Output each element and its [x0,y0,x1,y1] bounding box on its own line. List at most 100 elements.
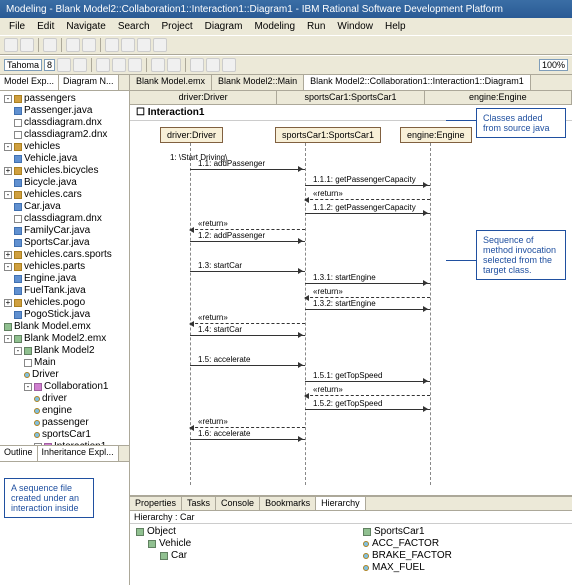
return-message[interactable] [305,199,430,200]
expand-icon[interactable]: - [4,263,12,271]
tree-item[interactable]: -passengers [2,93,127,105]
return-message[interactable] [305,297,430,298]
expand-icon[interactable]: - [4,191,12,199]
tree-item[interactable]: -vehicles.parts [2,261,127,273]
hierarchy-item[interactable]: Object [132,526,351,538]
editor-tab[interactable]: Blank Model2::Main [212,75,304,90]
tool-icon[interactable] [137,38,151,52]
tree-item[interactable]: -Blank Model2 [2,345,127,357]
expand-icon[interactable]: - [24,383,32,391]
call-message[interactable] [190,169,305,170]
call-message[interactable] [190,439,305,440]
menu-file[interactable]: File [4,20,30,33]
tree-item[interactable]: classdiagram2.dnx [2,129,127,141]
tree-item[interactable]: +vehicles.pogo [2,297,127,309]
tree-item[interactable]: Blank Model.emx [2,321,127,333]
tree-item[interactable]: engine [2,405,127,417]
lifeline-box[interactable]: sportsCar1:SportsCar1 [275,127,381,143]
hierarchy-member[interactable]: BRAKE_FACTOR [351,550,570,562]
call-message[interactable] [190,335,305,336]
expand-icon[interactable]: - [14,347,22,355]
call-message[interactable] [305,309,430,310]
bold-button[interactable] [57,58,71,72]
editor-tab[interactable]: Blank Model.emx [130,75,212,90]
run-button[interactable] [82,38,96,52]
print-button[interactable] [43,38,57,52]
call-message[interactable] [305,409,430,410]
menu-search[interactable]: Search [113,20,155,33]
lifeline-box[interactable]: driver:Driver [160,127,223,143]
expand-icon[interactable]: + [4,299,12,307]
tree-item[interactable]: Driver [2,369,127,381]
tree-item[interactable]: passenger [2,417,127,429]
expand-icon[interactable]: - [4,95,12,103]
tree-item[interactable]: -vehicles.cars [2,189,127,201]
call-message[interactable] [190,271,305,272]
call-message[interactable] [305,381,430,382]
tree-item[interactable]: Passenger.java [2,105,127,117]
outline-tab[interactable]: Outline [0,446,38,461]
font-name-combo[interactable]: Tahoma [4,59,42,71]
tree-item[interactable]: Vehicle.java [2,153,127,165]
fill-color-button[interactable] [112,58,126,72]
menu-navigate[interactable]: Navigate [61,20,110,33]
save-button[interactable] [20,38,34,52]
debug-button[interactable] [66,38,80,52]
bottom-tab-bookmarks[interactable]: Bookmarks [260,497,316,510]
tool-icon[interactable] [222,58,236,72]
menu-project[interactable]: Project [157,20,198,33]
expand-icon[interactable]: + [4,251,12,259]
hierarchy-item[interactable]: Vehicle [132,538,351,550]
font-color-button[interactable] [96,58,110,72]
expand-icon[interactable]: + [4,167,12,175]
return-message[interactable] [190,427,305,428]
call-message[interactable] [305,213,430,214]
tree-item[interactable]: Main [2,357,127,369]
tree-item[interactable]: SportsCar.java [2,237,127,249]
menu-edit[interactable]: Edit [32,20,59,33]
explorer-tab[interactable]: Diagram N... [59,75,119,90]
menu-window[interactable]: Window [332,20,378,33]
tool-icon[interactable] [153,38,167,52]
new-button[interactable] [4,38,18,52]
expand-icon[interactable]: - [4,335,12,343]
hierarchy-member[interactable]: MAX_FUEL [351,562,570,574]
tree-item[interactable]: driver [2,393,127,405]
hierarchy-member[interactable]: ACC_FACTOR [351,538,570,550]
zoom-combo[interactable]: 100% [539,59,568,71]
line-color-button[interactable] [128,58,142,72]
return-message[interactable] [190,323,305,324]
tool-icon[interactable] [105,38,119,52]
tool-icon[interactable] [206,58,220,72]
tree-item[interactable]: -Collaboration1 [2,381,127,393]
model-explorer-tree[interactable]: -passengersPassenger.javaclassdiagram.dn… [0,91,129,445]
hierarchy-member[interactable]: SportsCar1 [351,526,570,538]
return-message[interactable] [305,395,430,396]
sequence-diagram-canvas[interactable]: driver:DriversportsCar1:SportsCar1engine… [130,121,572,495]
call-message[interactable] [190,241,305,242]
call-message[interactable] [305,185,430,186]
explorer-tab[interactable]: Model Exp... [0,75,59,90]
menu-diagram[interactable]: Diagram [200,20,248,33]
expand-icon[interactable]: - [4,143,12,151]
bottom-tab-tasks[interactable]: Tasks [182,497,216,510]
hierarchy-view[interactable]: ObjectVehicleCar SportsCar1ACC_FACTORBRA… [130,524,572,585]
tree-item[interactable]: -vehicles [2,141,127,153]
tree-item[interactable]: FuelTank.java [2,285,127,297]
bottom-tab-hierarchy[interactable]: Hierarchy [316,497,366,510]
tree-item[interactable]: FamilyCar.java [2,225,127,237]
bottom-tab-console[interactable]: Console [216,497,260,510]
tree-item[interactable]: -Blank Model2.emx [2,333,127,345]
menu-run[interactable]: Run [302,20,330,33]
tree-item[interactable]: +vehicles.bicycles [2,165,127,177]
font-size-combo[interactable]: 8 [44,59,55,71]
call-message[interactable] [305,283,430,284]
hierarchy-item[interactable]: Car [132,550,351,562]
outline-tab[interactable]: Inheritance Expl... [38,446,119,461]
call-message[interactable] [190,365,305,366]
zoom-icon[interactable] [167,58,181,72]
return-message[interactable] [190,229,305,230]
align-icon[interactable] [190,58,204,72]
tree-item[interactable]: Engine.java [2,273,127,285]
tool-icon[interactable] [121,38,135,52]
